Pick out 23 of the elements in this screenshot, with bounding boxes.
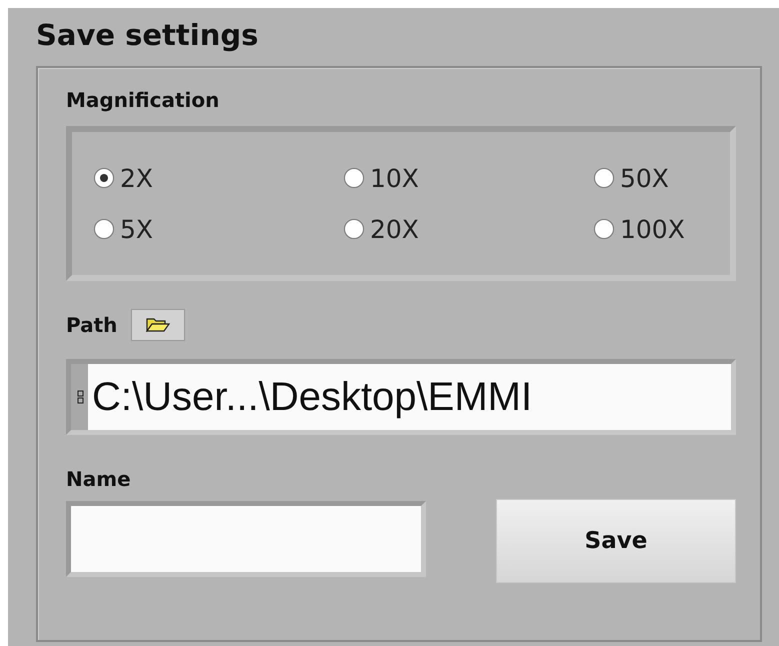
browse-button[interactable] (131, 309, 186, 341)
radio-option[interactable]: 5X (94, 214, 344, 244)
radio-option[interactable]: 10X (344, 164, 594, 192)
radio-option[interactable]: 2X (94, 164, 344, 192)
radio-button[interactable] (594, 168, 614, 188)
magnification-label: Magnification (66, 88, 220, 112)
path-type-icon (77, 390, 84, 404)
name-label: Name (66, 467, 132, 491)
radio-button[interactable] (594, 219, 614, 239)
folder-icon (146, 318, 170, 332)
radio-button[interactable] (94, 168, 114, 188)
radio-button[interactable] (94, 219, 114, 239)
radio-button[interactable] (344, 168, 364, 188)
name-field[interactable] (66, 501, 426, 577)
path-value: C:\User...\Desktop\EMMI (88, 364, 731, 430)
section-title: Save settings (36, 18, 260, 52)
radio-option[interactable]: 100X (594, 214, 730, 244)
radio-button[interactable] (344, 219, 364, 239)
radio-option[interactable]: 50X (594, 164, 730, 192)
radio-option[interactable]: 20X (344, 214, 594, 244)
save-button[interactable]: Save (496, 499, 736, 583)
path-field[interactable]: C:\User...\Desktop\EMMI (66, 359, 736, 435)
path-label: Path (66, 313, 118, 337)
